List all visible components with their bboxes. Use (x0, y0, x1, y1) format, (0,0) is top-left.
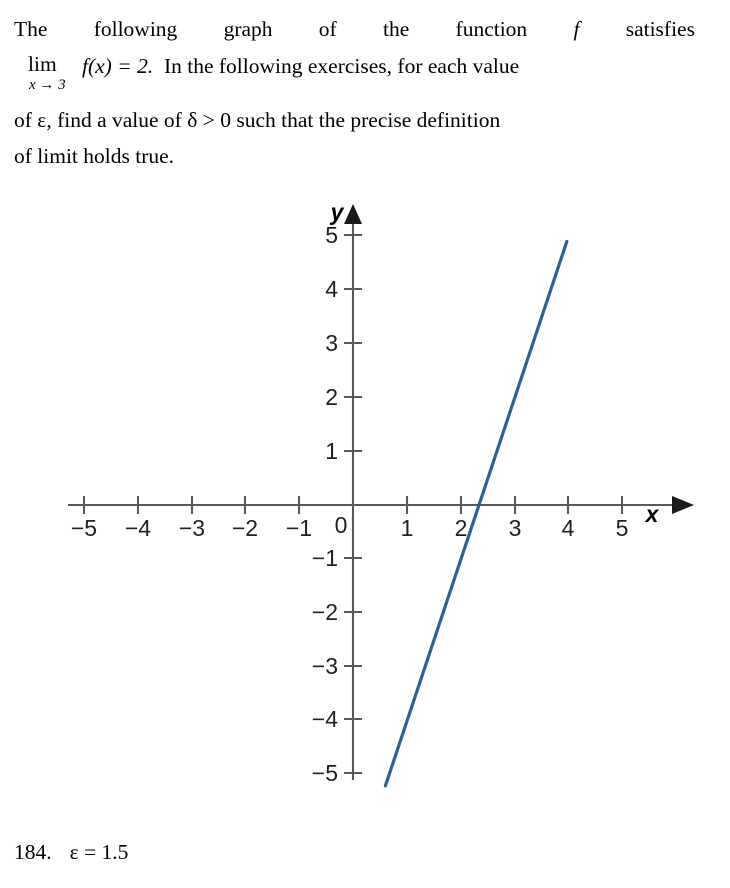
statement-text: In the following exercises, for each val… (163, 54, 520, 78)
exercise-epsilon-value: ε = 1.5 (69, 840, 129, 864)
statement-word: graph (223, 17, 273, 41)
statement-word: The (14, 17, 48, 41)
x-tick-label: −1 (286, 515, 312, 541)
x-axis-tick-labels: −5 −4 −3 −2 −1 0 1 2 3 4 5 (71, 512, 629, 541)
y-tick-label: −4 (312, 706, 338, 732)
exercise-item-184: 184. ε = 1.5 (14, 840, 128, 865)
y-tick-label: 3 (325, 330, 338, 356)
statement-line-4: of limit holds true. (14, 144, 175, 168)
y-tick-label: 4 (325, 276, 338, 302)
statement-word: of (318, 17, 337, 41)
statement-word: the (382, 17, 410, 41)
y-tick-label: −2 (312, 599, 338, 625)
problem-statement: The following graph of the function f sa… (14, 12, 714, 173)
limit-subscript: x → 3 (29, 77, 66, 93)
y-axis-arrowhead (344, 204, 362, 224)
function-symbol-f: f (573, 17, 580, 41)
limit-function-expression: f(x) = 2. (82, 54, 154, 78)
statement-line-3: of ε, find a value of δ > 0 such that th… (14, 108, 501, 132)
x-tick-label: −3 (179, 515, 205, 541)
x-tick-label: 5 (616, 515, 629, 541)
statement-word: satisfies (625, 17, 695, 41)
statement-word: function (455, 17, 528, 41)
coordinate-graph: −5 −4 −3 −2 −1 0 1 2 3 4 5 5 4 3 2 1 −1 … (0, 196, 730, 816)
y-tick-label: −5 (312, 760, 338, 786)
x-tick-label: −4 (125, 515, 151, 541)
graph-svg: −5 −4 −3 −2 −1 0 1 2 3 4 5 5 4 3 2 1 −1 … (68, 199, 694, 788)
statement-word: following (93, 17, 178, 41)
exercise-number: 184. (14, 840, 52, 864)
statement-line-2: lim x → 3 f(x) = 2. In the following exe… (14, 49, 714, 93)
y-tick-label: 5 (325, 222, 338, 248)
origin-label: 0 (335, 512, 348, 538)
x-tick-label: −2 (232, 515, 258, 541)
statement-line-1: The following graph of the function f sa… (14, 12, 695, 46)
x-tick-label: 2 (455, 515, 468, 541)
x-axis-arrowhead (672, 496, 694, 514)
y-tick-label: 2 (325, 384, 338, 410)
function-line (383, 239, 569, 788)
y-tick-label: −3 (312, 653, 338, 679)
x-tick-label: 1 (401, 515, 414, 541)
y-tick-label: −1 (312, 545, 338, 571)
x-tick-label: −5 (71, 515, 97, 541)
x-tick-label: 3 (509, 515, 522, 541)
y-axis-label: y (330, 199, 345, 225)
x-tick-label: 4 (562, 515, 575, 541)
x-axis-label: x (644, 501, 660, 527)
limit-expression: lim x → 3 (28, 49, 82, 93)
y-tick-label: 1 (325, 438, 338, 464)
